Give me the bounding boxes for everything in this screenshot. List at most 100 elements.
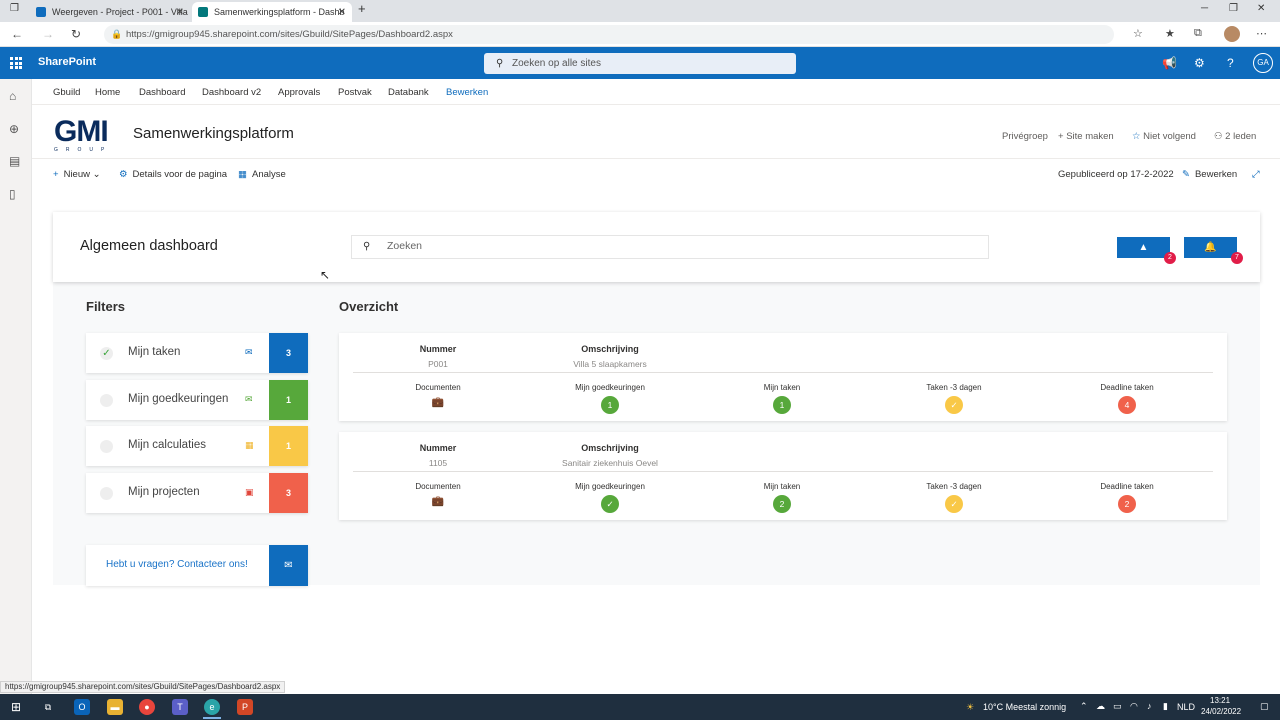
outlook-icon[interactable]: O <box>74 699 90 715</box>
notifications-button[interactable]: 🔔 <box>1184 237 1237 258</box>
briefcase-icon[interactable]: 💼 <box>431 397 445 408</box>
nav-gbuild[interactable]: Gbuild <box>53 87 80 98</box>
nav-home[interactable]: Home <box>95 87 120 98</box>
create-site-button[interactable]: + Site maken <box>1058 131 1114 142</box>
app-launcher-icon[interactable] <box>10 57 22 69</box>
nav-postvak[interactable]: Postvak <box>338 87 372 98</box>
minimize-icon[interactable]: ─ <box>1201 3 1208 14</box>
megaphone-icon[interactable]: 📢 <box>1162 56 1177 70</box>
speaker-icon[interactable]: ♪ <box>1147 701 1152 711</box>
browser-profile-avatar[interactable] <box>1224 26 1240 42</box>
unchecked-circle-icon[interactable] <box>100 394 113 407</box>
unchecked-circle-icon[interactable] <box>100 487 113 500</box>
notification-center-icon[interactable]: ▢ <box>1260 701 1269 712</box>
tasks-3-days-check-icon[interactable]: ✓ <box>945 495 963 513</box>
clock-time[interactable]: 13:21 <box>1210 696 1230 705</box>
nav-dashboard[interactable]: Dashboard <box>139 87 185 98</box>
globe-icon[interactable]: ⊕ <box>9 122 19 136</box>
nav-edit-link[interactable]: Bewerken <box>446 87 488 98</box>
checkmark-icon[interactable]: ✓ <box>100 347 113 360</box>
number-label: Nummer <box>419 443 457 453</box>
help-icon[interactable]: ? <box>1227 56 1234 70</box>
teams-icon[interactable]: T <box>172 699 188 715</box>
tasks-count[interactable]: 2 <box>773 495 791 513</box>
filter-my-approvals[interactable]: Mijn goedkeuringen ✉ 1 <box>86 380 308 420</box>
follow-button[interactable]: ☆ Niet volgend <box>1132 131 1196 142</box>
sharepoint-search-input[interactable]: ⚲ Zoeken op alle sites <box>484 53 796 74</box>
close-window-icon[interactable]: ✕ <box>1257 3 1265 14</box>
filter-my-projects[interactable]: Mijn projecten ▣ 3 <box>86 473 308 513</box>
approvals-count[interactable]: 1 <box>601 396 619 414</box>
clock-date[interactable]: 24/02/2022 <box>1201 707 1241 716</box>
calculator-icon: ▦ <box>245 440 254 450</box>
restore-icon[interactable]: ❐ <box>1229 3 1238 14</box>
wifi-icon[interactable]: ◠ <box>1130 701 1138 712</box>
tasks-3-days-check-icon[interactable]: ✓ <box>945 396 963 414</box>
edge-icon[interactable]: e <box>204 699 220 715</box>
filter-my-tasks[interactable]: ✓ Mijn taken ✉ 3 <box>86 333 308 373</box>
refresh-icon[interactable]: ↻ <box>71 27 81 41</box>
chrome-icon[interactable]: ● <box>139 699 155 715</box>
card-divider <box>353 372 1213 373</box>
windows-start-icon[interactable]: ⊞ <box>8 699 24 715</box>
weather-text[interactable]: 10°C Meestal zonnig <box>983 702 1066 712</box>
close-tab-icon[interactable]: ✕ <box>176 7 184 18</box>
collections-icon[interactable]: ⧉ <box>1194 27 1202 40</box>
app-name[interactable]: SharePoint <box>38 56 96 68</box>
briefcase-icon[interactable]: 💼 <box>431 496 445 507</box>
contact-link[interactable]: Hebt u vragen? Contacteer ons! <box>106 559 248 570</box>
nav-dashboard-v2[interactable]: Dashboard v2 <box>202 87 261 98</box>
analytics-button[interactable]: ▦ Analyse <box>238 169 286 180</box>
project-card-p001[interactable]: Nummer P001 Omschrijving Villa 5 slaapka… <box>339 333 1227 421</box>
forward-icon[interactable]: → <box>42 27 54 41</box>
home-icon[interactable]: ⌂ <box>9 89 16 103</box>
tray-chevron-icon[interactable]: ⌃ <box>1080 701 1088 712</box>
contact-box[interactable]: Hebt u vragen? Contacteer ons! ✉ <box>86 545 308 586</box>
nav-databank[interactable]: Databank <box>388 87 429 98</box>
contact-mail-button[interactable]: ✉ <box>269 545 308 586</box>
weather-sun-icon[interactable]: ☀ <box>962 699 978 715</box>
task-view-icon[interactable]: ⧉ <box>40 699 56 715</box>
warnings-button[interactable]: ▲ <box>1117 237 1170 258</box>
approvals-check-icon[interactable]: ✓ <box>601 495 619 513</box>
new-button[interactable]: + Nieuw ⌄ <box>53 169 101 180</box>
more-icon[interactable]: ⋯ <box>1256 27 1267 40</box>
network-icon[interactable]: ▭ <box>1113 701 1122 712</box>
tracking-icon[interactable]: ☆ <box>1133 27 1143 40</box>
deadline-count[interactable]: 4 <box>1118 396 1136 414</box>
browser-tab-dashboard[interactable]: Samenwerkingsplatform - Dashb ✕ <box>192 2 352 22</box>
edit-page-button[interactable]: ✎ Bewerken <box>1182 169 1237 180</box>
members-button[interactable]: ⚇ 2 leden <box>1214 131 1256 142</box>
dashboard-search-input[interactable]: ⚲ Zoeken <box>351 235 989 259</box>
user-avatar[interactable]: GA <box>1253 53 1273 73</box>
logo-subtext: GROUP <box>54 147 113 153</box>
left-app-bar: ⌂ ⊕ ▤ ▯ <box>0 79 32 694</box>
file-explorer-icon[interactable]: ▬ <box>107 699 123 715</box>
browser-tab-project[interactable]: Weergeven - Project - P001 - Villa ✕ <box>30 2 190 22</box>
gmi-group-logo[interactable]: GMI GROUP <box>54 117 118 154</box>
settings-gear-icon[interactable]: ⚙ <box>1194 56 1205 70</box>
deadline-count[interactable]: 2 <box>1118 495 1136 513</box>
favorites-icon[interactable]: ★ <box>1165 27 1175 40</box>
language-indicator[interactable]: NLD <box>1177 702 1195 712</box>
cloud-icon[interactable]: ☁ <box>1096 701 1105 712</box>
close-tab-icon[interactable]: ✕ <box>338 7 346 18</box>
expand-icon[interactable]: ⤢ <box>1252 169 1260 180</box>
url-field[interactable]: 🔒 https://gmigroup945.sharepoint.com/sit… <box>104 25 1114 44</box>
project-card-1105[interactable]: Nummer 1105 Omschrijving Sanitair zieken… <box>339 432 1227 520</box>
new-tab-icon[interactable]: + <box>358 1 366 16</box>
filter-my-calculations[interactable]: Mijn calculaties ▦ 1 <box>86 426 308 466</box>
page-details-button[interactable]: ⚙ Details voor de pagina <box>119 169 227 180</box>
tab-actions-icon[interactable]: ❐ <box>10 3 19 14</box>
powerpoint-icon[interactable]: P <box>237 699 253 715</box>
news-icon[interactable]: ▤ <box>9 154 20 168</box>
tasks-label: Mijn taken <box>763 383 801 392</box>
tasks-count[interactable]: 1 <box>773 396 791 414</box>
nav-approvals[interactable]: Approvals <box>278 87 320 98</box>
battery-icon[interactable]: ▮ <box>1163 701 1168 712</box>
document-icon[interactable]: ▯ <box>9 187 16 201</box>
site-navigation: Gbuild Home Dashboard Dashboard v2 Appro… <box>32 79 1280 105</box>
approvals-label: Mijn goedkeuringen <box>575 482 645 491</box>
unchecked-circle-icon[interactable] <box>100 440 113 453</box>
back-icon[interactable]: ← <box>11 27 23 41</box>
